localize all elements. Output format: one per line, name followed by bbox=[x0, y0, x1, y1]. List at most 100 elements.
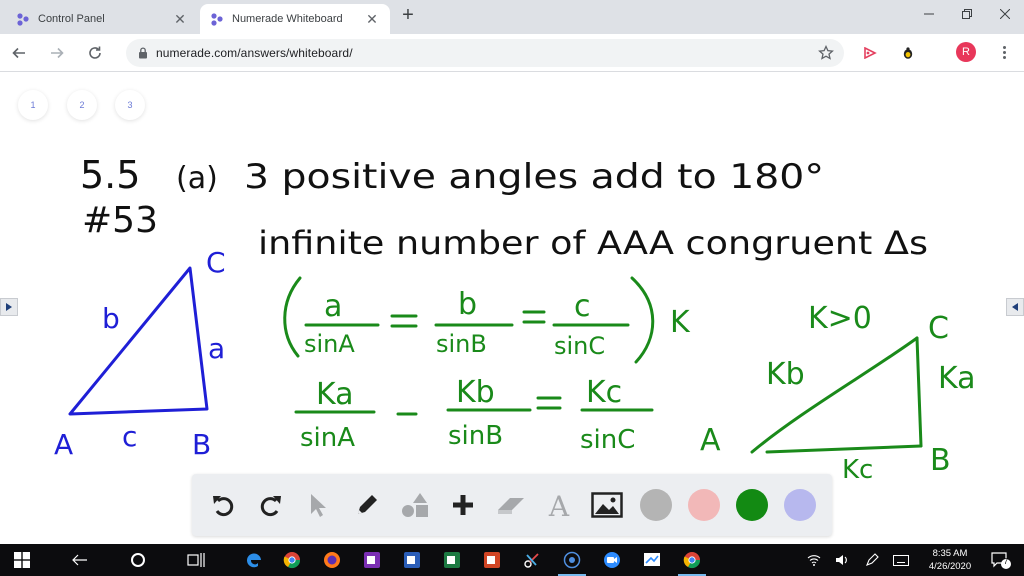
color-swatch-pink[interactable] bbox=[688, 489, 720, 521]
whiteboard-app-button[interactable] bbox=[632, 544, 672, 576]
chevron-left-icon bbox=[1012, 303, 1018, 311]
chrome-active-taskbar-button[interactable] bbox=[672, 544, 712, 576]
chrome-taskbar-button[interactable] bbox=[272, 544, 312, 576]
extension-bug-button[interactable] bbox=[898, 43, 918, 63]
eq2-numerator-a: Ka bbox=[316, 377, 354, 412]
restore-icon bbox=[962, 9, 972, 19]
close-tab-icon[interactable]: ✕ bbox=[364, 11, 380, 27]
keyboard-icon bbox=[893, 554, 909, 566]
prev-page-arrow[interactable] bbox=[0, 298, 18, 316]
close-icon bbox=[1000, 9, 1010, 19]
close-tab-icon[interactable]: ✕ bbox=[172, 11, 188, 27]
color-swatch-gray[interactable] bbox=[640, 489, 672, 521]
plus-icon bbox=[453, 495, 473, 515]
browser-toolbar: numerade.com/answers/whiteboard/ bbox=[0, 34, 1024, 72]
eq2-numerator-b: Kb bbox=[456, 375, 495, 410]
back-taskbar-button[interactable] bbox=[60, 544, 100, 576]
recorder-button[interactable] bbox=[552, 544, 592, 576]
bookmark-star-icon[interactable] bbox=[818, 45, 834, 61]
pointer-tool[interactable] bbox=[300, 489, 334, 521]
tab-control-panel[interactable]: Control Panel ✕ bbox=[6, 4, 198, 34]
cortana-button[interactable] bbox=[118, 544, 158, 576]
word-icon bbox=[404, 552, 420, 568]
extension-record-button[interactable] bbox=[860, 43, 880, 63]
numerade-favicon-icon bbox=[17, 13, 29, 26]
tab-title: Control Panel bbox=[38, 13, 105, 25]
color-swatch-green[interactable] bbox=[736, 489, 768, 521]
minimize-button[interactable] bbox=[910, 0, 948, 28]
record-extension-icon bbox=[864, 47, 877, 59]
section-number: 5.5 bbox=[80, 153, 140, 197]
menu-kebab-icon[interactable] bbox=[996, 42, 1012, 62]
powerpoint-button[interactable] bbox=[472, 544, 512, 576]
add-button[interactable] bbox=[446, 489, 480, 521]
start-button[interactable] bbox=[2, 544, 42, 576]
vertex-label-a-scaled: A bbox=[700, 423, 721, 458]
side-label-b: b bbox=[102, 302, 120, 335]
close-window-button[interactable] bbox=[986, 0, 1024, 28]
edge-button[interactable] bbox=[234, 544, 274, 576]
speaker-icon bbox=[836, 555, 847, 565]
eq1-numerator-a: a bbox=[324, 289, 342, 324]
wifi-tray-icon[interactable] bbox=[804, 544, 824, 576]
edge-icon bbox=[246, 553, 261, 568]
system-clock[interactable]: 8:35 AM 4/26/2020 bbox=[918, 547, 982, 573]
snip-tool-button[interactable] bbox=[512, 544, 552, 576]
forward-button[interactable] bbox=[46, 42, 68, 64]
task-view-icon bbox=[187, 553, 205, 567]
image-icon bbox=[591, 492, 623, 518]
text-tool[interactable]: A bbox=[542, 489, 576, 521]
firefox-icon bbox=[324, 552, 340, 568]
image-tool[interactable] bbox=[590, 489, 624, 521]
redo-button[interactable] bbox=[254, 489, 288, 521]
chevron-right-icon bbox=[6, 303, 12, 311]
arrow-left-icon bbox=[72, 554, 87, 566]
eq2-denominator-b: sinB bbox=[448, 421, 503, 451]
firefox-button[interactable] bbox=[312, 544, 352, 576]
undo-button[interactable] bbox=[206, 489, 240, 521]
redo-icon bbox=[260, 496, 281, 517]
address-bar[interactable]: numerade.com/answers/whiteboard/ bbox=[126, 39, 844, 67]
cortana-circle-icon bbox=[131, 553, 145, 567]
word-button[interactable] bbox=[392, 544, 432, 576]
pencil-tool[interactable] bbox=[350, 489, 384, 521]
pencil-icon bbox=[358, 495, 377, 514]
profile-avatar[interactable]: R bbox=[956, 42, 976, 62]
triangle-abc bbox=[68, 266, 209, 416]
restore-button[interactable] bbox=[948, 0, 986, 28]
part-label: (a) bbox=[176, 161, 218, 196]
back-button[interactable] bbox=[8, 42, 30, 64]
next-page-arrow[interactable] bbox=[1006, 298, 1024, 316]
arrow-right-icon bbox=[51, 47, 64, 59]
reload-button[interactable] bbox=[84, 42, 106, 64]
k-positive-condition: K>0 bbox=[808, 301, 872, 336]
onenote-button[interactable] bbox=[352, 544, 392, 576]
zoom-button[interactable] bbox=[592, 544, 632, 576]
volume-tray-icon[interactable] bbox=[832, 544, 852, 576]
task-view-button[interactable] bbox=[176, 544, 216, 576]
pointer-icon bbox=[311, 494, 326, 517]
text-icon: A bbox=[548, 490, 570, 520]
eq1-denominator-c: sinC bbox=[554, 332, 605, 360]
action-center-button[interactable]: 7 bbox=[990, 550, 1012, 570]
record-target-icon bbox=[563, 551, 581, 569]
shapes-tool[interactable] bbox=[398, 489, 432, 521]
vertex-label-c-scaled: C bbox=[928, 311, 949, 346]
pen-tray-icon[interactable] bbox=[862, 544, 882, 576]
eraser-tool[interactable] bbox=[494, 489, 528, 521]
arrow-left-icon bbox=[12, 47, 25, 59]
clock-time: 8:35 AM bbox=[932, 548, 968, 559]
scissors-icon bbox=[524, 553, 539, 568]
powerpoint-icon bbox=[484, 552, 500, 568]
angle-sum-note: 3 positive angles add to 180° bbox=[244, 157, 824, 197]
side-label-kb: Kb bbox=[766, 357, 805, 392]
tab-strip: Control Panel ✕ Numerade Whiteboard ✕ + bbox=[0, 0, 1024, 34]
excel-button[interactable] bbox=[432, 544, 472, 576]
whiteboard-app-icon bbox=[644, 553, 660, 566]
excel-icon bbox=[444, 552, 460, 568]
color-swatch-lavender[interactable] bbox=[784, 489, 816, 521]
new-tab-button[interactable]: + bbox=[398, 5, 418, 26]
tab-numerade-whiteboard[interactable]: Numerade Whiteboard ✕ bbox=[200, 4, 390, 34]
eq1-denominator-a: sinA bbox=[304, 330, 355, 358]
keyboard-tray-icon[interactable] bbox=[890, 544, 912, 576]
